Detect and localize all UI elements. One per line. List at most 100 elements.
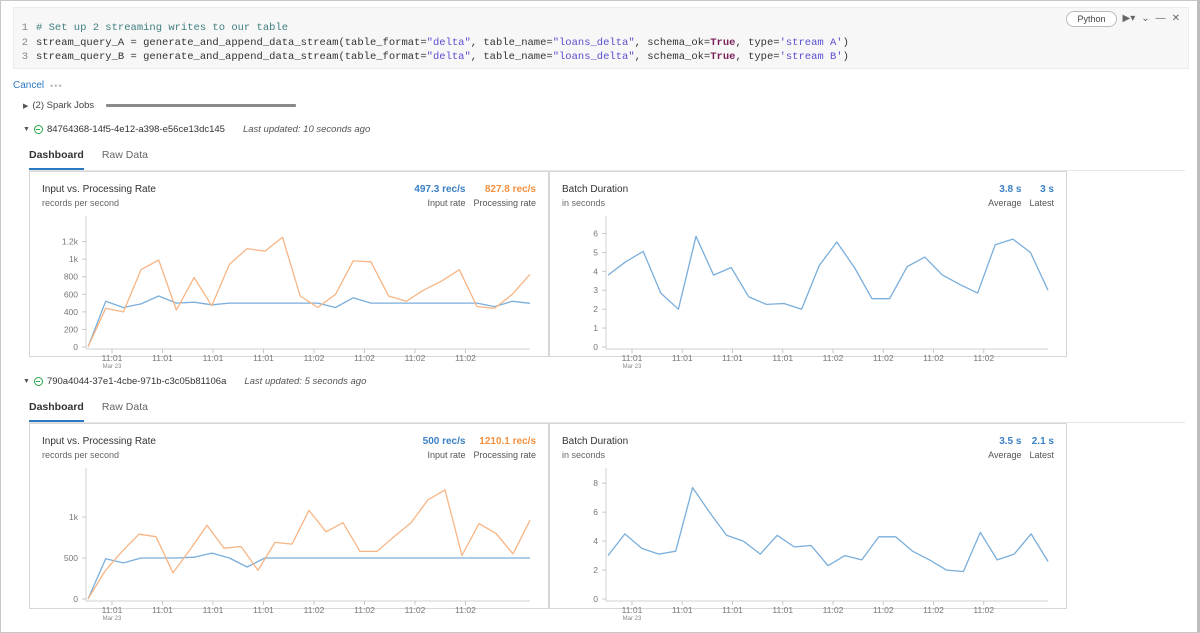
language-selector[interactable]: Python	[1066, 11, 1117, 27]
code-editor[interactable]: 1 # Set up 2 streaming writes to our tabl…	[13, 7, 1189, 69]
code-token: True	[710, 51, 736, 63]
series-batch-duration-line	[607, 235, 1049, 310]
tab-dashboard[interactable]: Dashboard	[29, 149, 84, 170]
x-tick-label: 11:01	[102, 605, 123, 615]
stream-status-icon	[33, 377, 43, 386]
duration-panel: Batch Duration in seconds 3.8 s Average …	[549, 171, 1067, 370]
run-icon[interactable]: ▶▾	[1123, 14, 1136, 24]
x-tick-label: 11:01	[102, 353, 123, 363]
code-token: "delta"	[426, 51, 471, 63]
rate-chart[interactable]: 05001k11:01Mar 2311:01 11:01 11:01 11:02 11:…	[30, 424, 550, 629]
y-tick-label: 800	[64, 272, 78, 282]
x-tick-label: 11:02	[354, 605, 375, 615]
stream-status-icon	[33, 125, 43, 134]
code-token: True	[710, 36, 736, 49]
minimize-icon[interactable]: —	[1156, 14, 1166, 24]
y-tick-label: 4	[593, 536, 598, 546]
y-tick-label: 6	[593, 507, 598, 517]
x-tick-sublabel: Mar 23	[103, 364, 122, 370]
x-tick-label: 11:02	[823, 353, 844, 363]
y-tick-label: 600	[64, 289, 78, 299]
rate-panel: Input vs. Processing Rate records per se…	[29, 423, 549, 622]
code-token: "loans_delta"	[552, 36, 635, 49]
y-tick-label: 1k	[69, 254, 79, 264]
code-token: , table_name=	[470, 36, 553, 49]
x-tick-label: 11:01	[152, 605, 173, 615]
run-status-row: Cancel •••	[13, 80, 63, 91]
code-token: stream_query_B = generate_and_append_dat…	[36, 51, 427, 63]
spark-jobs-progress-bar	[106, 104, 297, 107]
cell-toolbar: Python ▶▾ ⌄ — ✕	[1066, 11, 1180, 27]
running-indicator-icon: •••	[50, 80, 63, 91]
series-input-rate-line	[87, 295, 531, 348]
code-line: 2 stream_query_A = generate_and_append_da…	[14, 36, 849, 51]
rate-chart[interactable]: 02004006008001k1.2k11:01Mar 2311:01 11:01…	[30, 172, 550, 377]
code-token: )	[842, 36, 849, 49]
code-token: )	[842, 51, 849, 63]
y-tick-label: 200	[64, 324, 78, 334]
y-tick-label: 2	[593, 304, 598, 314]
y-tick-label: 1k	[69, 512, 79, 522]
y-tick-label: 500	[64, 553, 78, 563]
code-token: , type=	[735, 36, 780, 49]
close-icon[interactable]: ✕	[1172, 14, 1180, 24]
y-tick-label: 6	[593, 228, 598, 238]
rate-panel: Input vs. Processing Rate records per se…	[29, 171, 549, 370]
x-tick-label: 11:01	[203, 605, 224, 615]
y-tick-label: 0	[593, 594, 598, 604]
x-tick-label: 11:02	[455, 353, 476, 363]
x-tick-label: 11:01	[772, 605, 793, 615]
x-tick-sublabel: Mar 23	[623, 364, 642, 370]
x-tick-label: 11:02	[405, 353, 426, 363]
tab-raw-data[interactable]: Raw Data	[102, 401, 148, 422]
x-tick-label: 11:02	[923, 353, 944, 363]
code-token: stream_query_A = generate_and_append_dat…	[36, 36, 427, 49]
x-tick-label: 11:02	[973, 605, 994, 615]
caret-down-icon: ▼	[23, 378, 30, 385]
x-tick-label: 11:01	[152, 353, 173, 363]
last-updated: Last updated: 5 seconds ago	[244, 376, 367, 387]
code-token: , type=	[735, 51, 780, 63]
y-tick-label: 4	[593, 266, 598, 276]
y-tick-label: 3	[593, 285, 598, 295]
line-number: 2	[21, 36, 28, 49]
duration-chart[interactable]: 0246811:01Mar 2311:01 11:01 11:01 11:02 11:0…	[550, 424, 1068, 629]
series-input-rate-line	[87, 552, 530, 600]
code-line: 1 # Set up 2 streaming writes to our tabl…	[14, 21, 849, 36]
code-token: , schema_ok=	[634, 51, 711, 63]
x-tick-label: 11:01	[622, 605, 643, 615]
x-tick-label: 11:02	[354, 353, 375, 363]
y-tick-label: 8	[593, 478, 598, 488]
y-tick-label: 1.2k	[62, 237, 79, 247]
y-tick-label: 5	[593, 247, 598, 257]
x-tick-label: 11:02	[823, 605, 844, 615]
line-number: 3	[21, 51, 28, 63]
stream-id: 790a4044-37e1-4cbe-971b-c3c05b81106a	[46, 376, 227, 387]
line-number: 1	[21, 22, 28, 34]
code-token: "delta"	[426, 36, 471, 49]
x-tick-label: 11:02	[304, 353, 325, 363]
tab-raw-data[interactable]: Raw Data	[102, 149, 148, 170]
code-lines: 1 # Set up 2 streaming writes to our tabl…	[14, 21, 849, 65]
stream-tabs: Dashboard Raw Data	[29, 149, 1185, 171]
x-tick-label: 11:01	[672, 353, 693, 363]
code-token: "loans_delta"	[552, 51, 635, 63]
last-updated: Last updated: 10 seconds ago	[242, 124, 371, 135]
series-batch-duration-line	[607, 486, 1049, 573]
chevron-down-icon[interactable]: ⌄	[1141, 14, 1149, 24]
spark-jobs-toggle[interactable]: ▶ (2) Spark Jobs	[23, 100, 297, 111]
stream-header[interactable]: ▼ 790a4044-37e1-4cbe-971b-c3c05b81106a L…	[23, 376, 366, 387]
duration-chart[interactable]: 012345611:01Mar 2311:01 11:01 11:01 11:02 11…	[550, 172, 1068, 377]
y-tick-label: 0	[73, 342, 78, 352]
y-tick-label: 400	[64, 307, 78, 317]
stream-id: 84764368-14f5-4e12-a398-e56ce13dc145	[46, 124, 225, 135]
stream-header[interactable]: ▼ 84764368-14f5-4e12-a398-e56ce13dc145 L…	[23, 124, 370, 135]
cancel-button[interactable]: Cancel	[13, 80, 44, 91]
code-token: 'stream B'	[779, 51, 843, 63]
x-tick-sublabel: Mar 23	[623, 616, 642, 622]
x-tick-label: 11:02	[873, 605, 894, 615]
tab-dashboard[interactable]: Dashboard	[29, 401, 84, 422]
x-tick-label: 11:02	[455, 605, 476, 615]
code-token: 'stream A'	[779, 36, 843, 49]
caret-down-icon: ▼	[23, 126, 30, 133]
